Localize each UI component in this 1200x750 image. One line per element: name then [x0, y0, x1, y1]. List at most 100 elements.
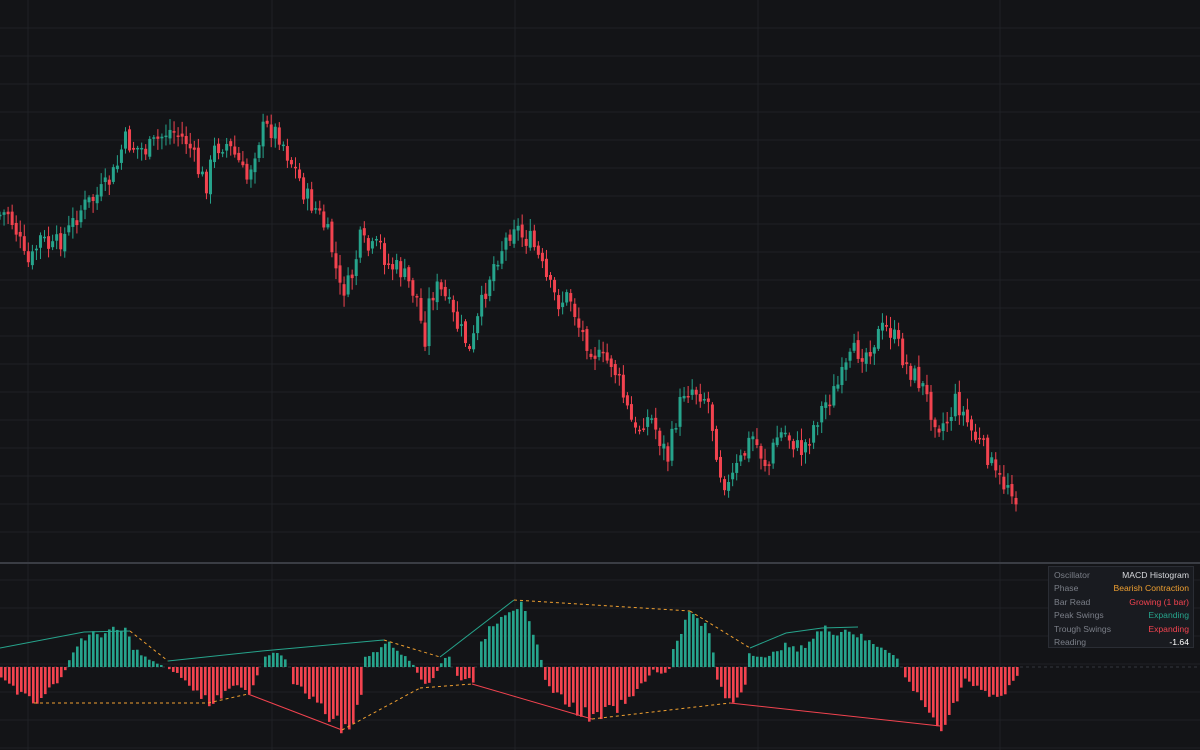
- candle-body: [51, 241, 55, 248]
- info-label: Phase: [1054, 583, 1079, 594]
- candle: [613, 359, 617, 384]
- candle: [144, 144, 148, 161]
- candle-body: [779, 432, 783, 438]
- candle-body: [310, 189, 314, 211]
- candle: [629, 396, 633, 422]
- histogram-bar: [724, 667, 727, 699]
- peak-swing-line: [749, 632, 787, 649]
- candle: [180, 121, 184, 145]
- candle: [544, 249, 548, 281]
- candle: [51, 234, 55, 251]
- candle-body: [334, 253, 338, 269]
- candle-body: [123, 131, 127, 149]
- candle-body: [366, 238, 370, 251]
- candle: [812, 420, 816, 449]
- histogram-bar: [632, 667, 635, 697]
- candle: [468, 343, 472, 352]
- candle: [739, 449, 743, 467]
- candle: [407, 265, 411, 288]
- candle-body: [140, 147, 144, 150]
- histogram-bar: [248, 667, 251, 694]
- histogram-bar: [600, 667, 603, 720]
- histogram-bar: [116, 629, 119, 667]
- candle-body: [638, 429, 642, 432]
- candle-body: [455, 311, 459, 329]
- histogram-bar: [872, 644, 875, 667]
- histogram-bar: [84, 640, 87, 667]
- histogram-bar: [508, 612, 511, 667]
- candle: [634, 416, 638, 434]
- histogram-bar: [956, 667, 959, 702]
- candle-body: [0, 214, 2, 217]
- histogram-bar: [752, 655, 755, 667]
- candle-body: [698, 394, 702, 402]
- candle-body: [893, 329, 897, 340]
- candle-body: [318, 208, 322, 211]
- candle: [423, 311, 427, 352]
- candle: [403, 258, 407, 280]
- candle-body: [378, 240, 382, 243]
- candle-body: [544, 258, 548, 278]
- candle: [925, 374, 929, 402]
- candle: [399, 257, 403, 287]
- candle-body: [354, 259, 358, 277]
- histogram-bar: [504, 615, 507, 667]
- price-and-macd-chart[interactable]: [0, 0, 1200, 750]
- candle-body: [553, 279, 557, 293]
- candle-body: [229, 141, 233, 147]
- candle-body: [670, 428, 674, 461]
- histogram-bar: [992, 667, 995, 695]
- histogram-bar: [832, 634, 835, 667]
- candle: [103, 168, 107, 191]
- histogram-bar: [828, 631, 831, 667]
- candle-body: [443, 286, 447, 297]
- candle: [901, 332, 905, 369]
- candle-body: [431, 297, 435, 301]
- histogram-bar: [96, 634, 99, 667]
- candle: [723, 476, 727, 496]
- candle-body: [508, 234, 512, 241]
- candle-body: [512, 229, 516, 244]
- histogram-bar: [324, 667, 327, 715]
- candle-body: [350, 274, 354, 279]
- candle: [646, 409, 650, 436]
- histogram-bar: [88, 634, 91, 667]
- histogram-bar: [284, 659, 287, 667]
- candle: [107, 175, 111, 196]
- candle: [484, 282, 488, 308]
- histogram-bar: [720, 667, 723, 687]
- candle-body: [427, 298, 431, 347]
- candle-body: [812, 425, 816, 443]
- histogram-bar: [544, 667, 547, 680]
- candle: [411, 277, 415, 303]
- candle-body: [14, 222, 18, 235]
- candle-body: [43, 236, 47, 239]
- candle-body: [38, 235, 42, 248]
- histogram-bar: [692, 614, 695, 667]
- candle: [1010, 475, 1014, 504]
- histogram-bar: [480, 641, 483, 667]
- candle: [990, 452, 994, 466]
- histogram-bar: [52, 667, 55, 685]
- candle-body: [569, 293, 573, 302]
- histogram-bar: [160, 665, 163, 667]
- histogram-bar: [180, 667, 183, 678]
- candle-body: [91, 196, 95, 201]
- candle-body: [577, 318, 581, 328]
- histogram-bar: [688, 611, 691, 667]
- candle: [229, 138, 233, 156]
- candle-body: [172, 131, 176, 133]
- histogram-bar: [328, 667, 331, 722]
- candle-body: [326, 224, 330, 228]
- peak-swing-line: [83, 630, 131, 633]
- candle-body: [678, 396, 682, 427]
- histogram-bar: [772, 651, 775, 667]
- histogram-bar: [156, 663, 159, 667]
- candle: [852, 333, 856, 353]
- histogram-bar: [524, 610, 527, 667]
- info-row: Oscillator MACD Histogram: [1054, 569, 1189, 582]
- candle-body: [403, 268, 407, 277]
- histogram-bar: [388, 641, 391, 667]
- histogram-bar: [540, 659, 543, 667]
- candle: [597, 339, 601, 361]
